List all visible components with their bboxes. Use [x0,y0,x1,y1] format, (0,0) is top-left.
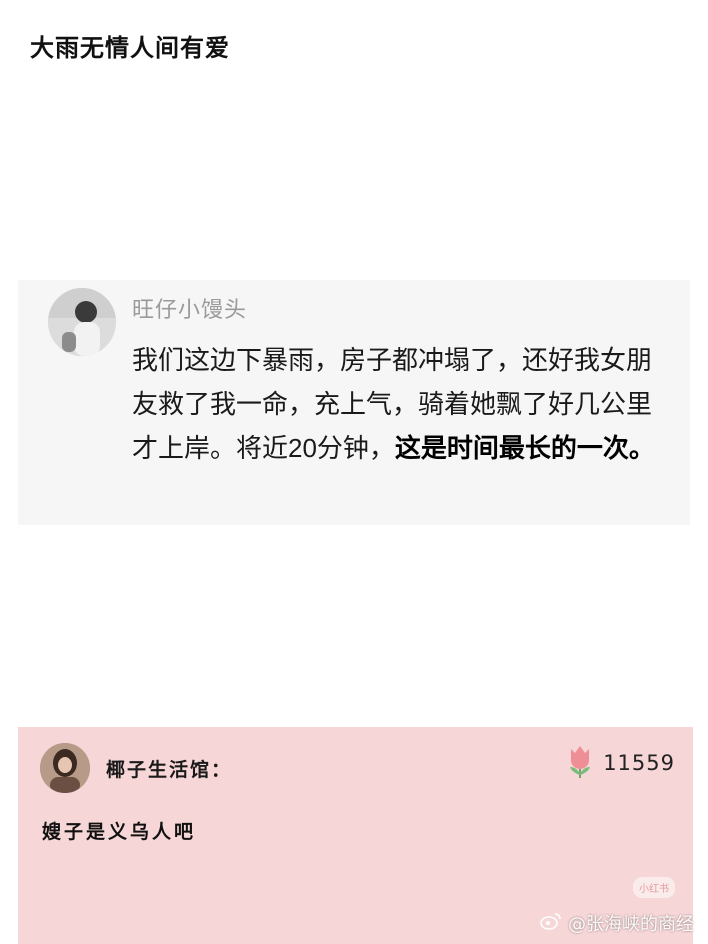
page-title: 大雨无情人间有爱 [30,33,230,62]
commenter-avatar[interactable] [40,743,90,793]
watermark: @张海峡的商经 [540,910,694,936]
weibo-logo-icon [540,912,562,935]
tulip-flower-icon [565,743,595,783]
post-card: 旺仔小馒头 我们这边下暴雨，房子都冲塌了，还好我女朋友救了我一命，充上气，骑着她… [18,280,690,525]
post-content: 我们这边下暴雨，房子都冲塌了，还好我女朋友救了我一命，充上气，骑着她飘了好几公里… [132,338,660,470]
watermark-text: @张海峡的商经 [568,914,694,935]
post-author-name[interactable]: 旺仔小馒头 [132,292,247,324]
commenter-name[interactable]: 椰子生活馆： [106,755,232,782]
like-button[interactable]: 11559 [565,745,675,781]
post-author-avatar[interactable] [48,288,116,356]
comment-text: 嫂子是义乌人吧 [42,821,197,843]
platform-badge: 小红书 [633,877,675,898]
like-count: 11559 [603,751,675,775]
post-content-bold: 这是时间最长的一次。 [394,433,655,463]
